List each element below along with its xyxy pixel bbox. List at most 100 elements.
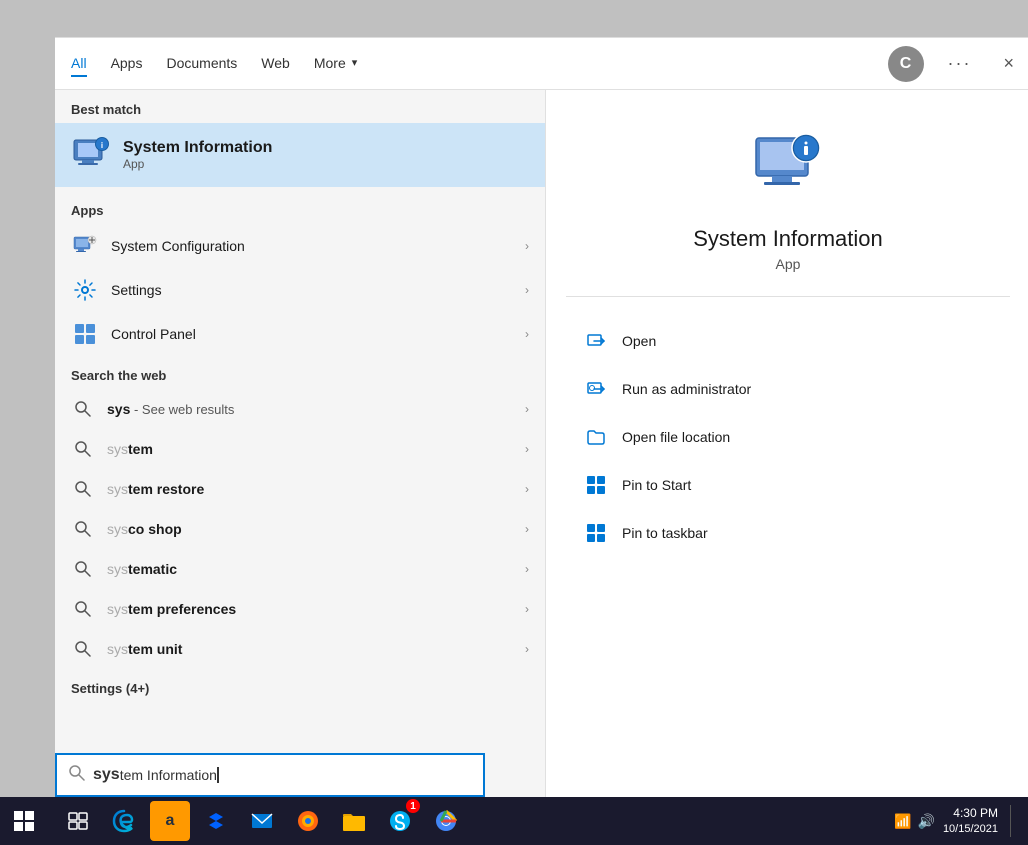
action-pin-taskbar-label: Pin to taskbar	[622, 525, 708, 541]
search-typed-text: sys	[93, 766, 120, 784]
pin-taskbar-icon	[582, 519, 610, 547]
start-content: Best match i System Information	[55, 90, 1028, 797]
close-button[interactable]: ×	[1003, 53, 1014, 74]
settings-icon	[71, 276, 99, 304]
taskbar-icon-explorer[interactable]	[332, 797, 376, 845]
action-run-admin[interactable]: Run as administrator	[566, 365, 1010, 413]
control-panel-icon	[71, 320, 99, 348]
taskbar-icon-mail[interactable]	[240, 797, 284, 845]
file-explorer-icon	[341, 808, 367, 834]
network-icon[interactable]: 📶	[894, 813, 911, 830]
search-icon	[71, 597, 95, 621]
folder-icon	[582, 423, 610, 451]
right-app-name: System Information	[693, 226, 883, 252]
start-nav: All Apps Documents Web More ▾ C ··· ×	[55, 38, 1028, 90]
search-item-system[interactable]: system ›	[55, 429, 545, 469]
search-web-label: Search the web	[55, 356, 545, 389]
search-cursor	[217, 767, 219, 783]
left-panel: Best match i System Information	[55, 90, 545, 797]
right-app-icon	[748, 130, 828, 210]
search-icon	[71, 397, 95, 421]
search-icon	[69, 765, 85, 785]
nav-tab-web[interactable]: Web	[261, 51, 290, 77]
search-text-sysco: sysco shop	[107, 521, 525, 537]
search-item-system-restore[interactable]: system restore ›	[55, 469, 545, 509]
action-file-location[interactable]: Open file location	[566, 413, 1010, 461]
user-avatar[interactable]: C	[888, 46, 924, 82]
search-item-system-unit[interactable]: system unit ›	[55, 629, 545, 669]
taskbar-icon-firefox[interactable]	[286, 797, 330, 845]
svg-text:i: i	[101, 141, 103, 150]
nav-tab-apps[interactable]: Apps	[111, 51, 143, 77]
start-menu: All Apps Documents Web More ▾ C ··· ×	[55, 37, 1028, 797]
show-desktop[interactable]	[1010, 805, 1016, 837]
arrow-icon: ›	[525, 482, 529, 496]
windows-logo	[14, 811, 34, 831]
task-view-icon	[67, 810, 89, 832]
edge-icon	[111, 808, 137, 834]
search-item-sysco-shop[interactable]: sysco shop ›	[55, 509, 545, 549]
search-text-system-restore: system restore	[107, 481, 525, 497]
search-bar-input[interactable]: tem Information	[120, 767, 217, 783]
arrow-icon: ›	[525, 402, 529, 416]
search-icon	[71, 637, 95, 661]
dropbox-icon	[203, 808, 229, 834]
arrow-icon: ›	[525, 642, 529, 656]
settings-section-label: Settings (4+)	[55, 669, 545, 702]
chevron-down-icon: ▾	[352, 56, 358, 69]
search-text-system-unit: system unit	[107, 641, 525, 657]
system-tray: 📶 🔊	[894, 813, 935, 830]
nav-tab-more[interactable]: More ▾	[314, 51, 357, 77]
volume-icon[interactable]: 🔊	[918, 813, 935, 830]
amazon-icon: a	[150, 801, 190, 841]
nav-tab-all[interactable]: All	[71, 51, 87, 77]
search-item-sys-web[interactable]: sys - See web results ›	[55, 389, 545, 429]
arrow-icon: ›	[525, 602, 529, 616]
app-item-system-configuration[interactable]: System Configuration ›	[55, 224, 545, 268]
taskbar-icon-dropbox[interactable]	[194, 797, 238, 845]
app-item-control-panel[interactable]: Control Panel ›	[55, 312, 545, 356]
chrome-icon	[433, 808, 459, 834]
pin-start-icon	[582, 471, 610, 499]
system-config-icon	[71, 232, 99, 260]
action-pin-start-label: Pin to Start	[622, 477, 691, 493]
taskbar-icon-chrome[interactable]	[424, 797, 468, 845]
taskbar-icon-amazon[interactable]: a	[148, 797, 192, 845]
search-icon	[71, 557, 95, 581]
system-info-large-icon	[748, 134, 828, 206]
action-file-location-label: Open file location	[622, 429, 730, 445]
arrow-icon: ›	[525, 327, 529, 341]
search-item-system-preferences[interactable]: system preferences ›	[55, 589, 545, 629]
action-open[interactable]: Open	[566, 317, 1010, 365]
more-options-button[interactable]: ···	[948, 53, 972, 74]
arrow-icon: ›	[525, 283, 529, 297]
action-pin-taskbar[interactable]: Pin to taskbar	[566, 509, 1010, 557]
taskbar-icon-taskview[interactable]	[56, 797, 100, 845]
divider	[566, 296, 1010, 297]
arrow-icon: ›	[525, 239, 529, 253]
app-item-settings[interactable]: Settings ›	[55, 268, 545, 312]
taskbar-icons: a	[56, 797, 468, 845]
app-item-name-control-panel: Control Panel	[111, 326, 525, 342]
search-text-system: system	[107, 441, 525, 457]
nav-tab-documents[interactable]: Documents	[166, 51, 237, 77]
search-bar[interactable]: system Information	[55, 753, 485, 797]
right-app-type: App	[776, 256, 801, 272]
start-button[interactable]	[0, 797, 48, 845]
admin-icon	[582, 375, 610, 403]
arrow-icon: ›	[525, 442, 529, 456]
clock[interactable]: 4:30 PM 10/15/2021	[943, 805, 998, 837]
taskbar: a	[0, 797, 1028, 845]
taskbar-icon-skype[interactable]: 1	[378, 797, 422, 845]
open-icon	[582, 327, 610, 355]
taskbar-right: 📶 🔊 4:30 PM 10/15/2021	[894, 805, 1028, 837]
best-match-name: System Information	[123, 139, 272, 157]
best-match-text: System Information App	[123, 139, 272, 171]
best-match-subtitle: App	[123, 157, 272, 171]
search-icon	[71, 517, 95, 541]
best-match-item[interactable]: i System Information App	[55, 123, 545, 187]
action-pin-start[interactable]: Pin to Start	[566, 461, 1010, 509]
taskbar-icon-edge[interactable]	[102, 797, 146, 845]
search-text-sys-web: sys - See web results	[107, 401, 525, 417]
search-item-systematic[interactable]: systematic ›	[55, 549, 545, 589]
